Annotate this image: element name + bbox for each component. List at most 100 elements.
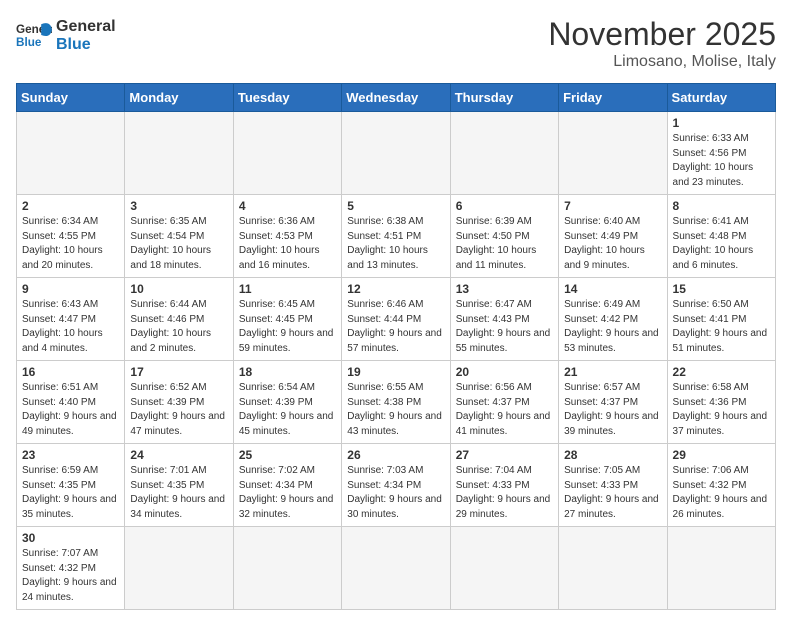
day-info: Sunrise: 6:36 AM Sunset: 4:53 PM Dayligh… (239, 215, 336, 273)
day-number: 2 (22, 199, 119, 213)
day-info: Sunrise: 6:38 AM Sunset: 4:51 PM Dayligh… (347, 215, 444, 273)
calendar-day-cell: 6 Sunrise: 6:39 AM Sunset: 4:50 PM Daylig… (450, 195, 558, 278)
svg-text:Blue: Blue (16, 35, 42, 48)
day-number: 23 (22, 448, 119, 462)
calendar-day-cell: 14Sunrise: 6:49 AM Sunset: 4:42 PM Dayli… (559, 278, 667, 361)
calendar-day-cell: 11 Sunrise: 6:45 AM Sunset: 4:45 PM Dayli… (233, 278, 341, 361)
calendar-day-cell (125, 112, 233, 195)
day-number: 20 (456, 365, 553, 379)
day-number: 28 (564, 448, 661, 462)
day-info: Sunrise: 6:49 AM Sunset: 4:42 PM Dayligh… (564, 298, 661, 356)
calendar-day-cell: 19Sunrise: 6:55 AM Sunset: 4:38 PM Dayli… (342, 361, 450, 444)
day-info: Sunrise: 6:59 AM Sunset: 4:35 PM Dayligh… (22, 464, 119, 522)
day-number: 3 (130, 199, 227, 213)
day-number: 25 (239, 448, 336, 462)
calendar-day-cell (559, 112, 667, 195)
day-info: Sunrise: 7:02 AM Sunset: 4:34 PM Dayligh… (239, 464, 336, 522)
calendar-day-cell: 23 Sunrise: 6:59 AM Sunset: 4:35 PM Dayli… (17, 444, 125, 527)
logo-blue-text: Blue (56, 36, 116, 54)
day-info: Sunrise: 7:05 AM Sunset: 4:33 PM Dayligh… (564, 464, 661, 522)
calendar-week-row: 16Sunrise: 6:51 AM Sunset: 4:40 PM Dayli… (17, 361, 776, 444)
day-info: Sunrise: 7:06 AM Sunset: 4:32 PM Dayligh… (673, 464, 770, 522)
calendar-table: SundayMondayTuesdayWednesdayThursdayFrid… (16, 83, 776, 610)
day-info: Sunrise: 7:01 AM Sunset: 4:35 PM Dayligh… (130, 464, 227, 522)
day-number: 22 (673, 365, 770, 379)
day-info: Sunrise: 6:52 AM Sunset: 4:39 PM Dayligh… (130, 381, 227, 439)
calendar-day-cell (450, 527, 558, 610)
day-number: 29 (673, 448, 770, 462)
calendar-day-cell: 24 Sunrise: 7:01 AM Sunset: 4:35 PM Dayli… (125, 444, 233, 527)
calendar-day-cell: 13 Sunrise: 6:47 AM Sunset: 4:43 PM Dayli… (450, 278, 558, 361)
calendar-header-row: SundayMondayTuesdayWednesdayThursdayFrid… (17, 84, 776, 112)
day-number: 17 (130, 365, 227, 379)
day-number: 24 (130, 448, 227, 462)
calendar-day-cell: 28 Sunrise: 7:05 AM Sunset: 4:33 PM Dayli… (559, 444, 667, 527)
calendar-day-cell: 21 Sunrise: 6:57 AM Sunset: 4:37 PM Dayli… (559, 361, 667, 444)
calendar-week-row: 9 Sunrise: 6:43 AM Sunset: 4:47 PM Daylig… (17, 278, 776, 361)
calendar-week-row: 23 Sunrise: 6:59 AM Sunset: 4:35 PM Dayli… (17, 444, 776, 527)
day-of-week-header: Thursday (450, 84, 558, 112)
calendar-day-cell: 17 Sunrise: 6:52 AM Sunset: 4:39 PM Dayli… (125, 361, 233, 444)
day-info: Sunrise: 7:04 AM Sunset: 4:33 PM Dayligh… (456, 464, 553, 522)
day-of-week-header: Sunday (17, 84, 125, 112)
calendar-day-cell: 4Sunrise: 6:36 AM Sunset: 4:53 PM Daylig… (233, 195, 341, 278)
calendar-day-cell: 10Sunrise: 6:44 AM Sunset: 4:46 PM Dayli… (125, 278, 233, 361)
calendar-day-cell (233, 527, 341, 610)
calendar-day-cell (559, 527, 667, 610)
calendar-day-cell: 9 Sunrise: 6:43 AM Sunset: 4:47 PM Daylig… (17, 278, 125, 361)
day-info: Sunrise: 7:07 AM Sunset: 4:32 PM Dayligh… (22, 547, 119, 605)
day-number: 21 (564, 365, 661, 379)
calendar-day-cell: 20 Sunrise: 6:56 AM Sunset: 4:37 PM Dayli… (450, 361, 558, 444)
day-info: Sunrise: 6:58 AM Sunset: 4:36 PM Dayligh… (673, 381, 770, 439)
calendar-day-cell: 30 Sunrise: 7:07 AM Sunset: 4:32 PM Dayli… (17, 527, 125, 610)
day-info: Sunrise: 6:47 AM Sunset: 4:43 PM Dayligh… (456, 298, 553, 356)
day-number: 30 (22, 531, 119, 545)
calendar-day-cell: 2 Sunrise: 6:34 AM Sunset: 4:55 PM Daylig… (17, 195, 125, 278)
calendar-day-cell (450, 112, 558, 195)
day-info: Sunrise: 6:45 AM Sunset: 4:45 PM Dayligh… (239, 298, 336, 356)
day-info: Sunrise: 6:40 AM Sunset: 4:49 PM Dayligh… (564, 215, 661, 273)
day-number: 16 (22, 365, 119, 379)
day-number: 18 (239, 365, 336, 379)
day-info: Sunrise: 6:41 AM Sunset: 4:48 PM Dayligh… (673, 215, 770, 273)
calendar-day-cell: 5Sunrise: 6:38 AM Sunset: 4:51 PM Daylig… (342, 195, 450, 278)
day-of-week-header: Friday (559, 84, 667, 112)
day-of-week-header: Tuesday (233, 84, 341, 112)
calendar-day-cell: 22 Sunrise: 6:58 AM Sunset: 4:36 PM Dayli… (667, 361, 775, 444)
day-info: Sunrise: 6:34 AM Sunset: 4:55 PM Dayligh… (22, 215, 119, 273)
day-number: 19 (347, 365, 444, 379)
day-number: 7 (564, 199, 661, 213)
calendar-day-cell (233, 112, 341, 195)
page: General Blue General Blue November 2025 … (0, 0, 792, 626)
calendar-day-cell: 15 Sunrise: 6:50 AM Sunset: 4:41 PM Dayli… (667, 278, 775, 361)
day-number: 11 (239, 282, 336, 296)
calendar-day-cell: 1Sunrise: 6:33 AM Sunset: 4:56 PM Daylig… (667, 112, 775, 195)
calendar-day-cell: 12 Sunrise: 6:46 AM Sunset: 4:44 PM Dayli… (342, 278, 450, 361)
calendar-day-cell (342, 112, 450, 195)
calendar-day-cell: 16Sunrise: 6:51 AM Sunset: 4:40 PM Dayli… (17, 361, 125, 444)
calendar-day-cell: 8 Sunrise: 6:41 AM Sunset: 4:48 PM Daylig… (667, 195, 775, 278)
day-number: 6 (456, 199, 553, 213)
day-of-week-header: Monday (125, 84, 233, 112)
day-info: Sunrise: 7:03 AM Sunset: 4:34 PM Dayligh… (347, 464, 444, 522)
calendar-day-cell (17, 112, 125, 195)
day-number: 12 (347, 282, 444, 296)
logo-icon: General Blue (16, 17, 52, 53)
day-info: Sunrise: 6:46 AM Sunset: 4:44 PM Dayligh… (347, 298, 444, 356)
day-info: Sunrise: 6:56 AM Sunset: 4:37 PM Dayligh… (456, 381, 553, 439)
day-info: Sunrise: 6:54 AM Sunset: 4:39 PM Dayligh… (239, 381, 336, 439)
day-number: 8 (673, 199, 770, 213)
title-block: November 2025 Limosano, Molise, Italy (548, 16, 776, 71)
day-info: Sunrise: 6:39 AM Sunset: 4:50 PM Dayligh… (456, 215, 553, 273)
day-number: 15 (673, 282, 770, 296)
calendar-day-cell: 3 Sunrise: 6:35 AM Sunset: 4:54 PM Daylig… (125, 195, 233, 278)
calendar-day-cell (342, 527, 450, 610)
logo-general-text: General (56, 18, 116, 36)
day-of-week-header: Wednesday (342, 84, 450, 112)
day-info: Sunrise: 6:57 AM Sunset: 4:37 PM Dayligh… (564, 381, 661, 439)
day-number: 9 (22, 282, 119, 296)
day-info: Sunrise: 6:43 AM Sunset: 4:47 PM Dayligh… (22, 298, 119, 356)
day-info: Sunrise: 6:50 AM Sunset: 4:41 PM Dayligh… (673, 298, 770, 356)
day-info: Sunrise: 6:35 AM Sunset: 4:54 PM Dayligh… (130, 215, 227, 273)
day-number: 13 (456, 282, 553, 296)
